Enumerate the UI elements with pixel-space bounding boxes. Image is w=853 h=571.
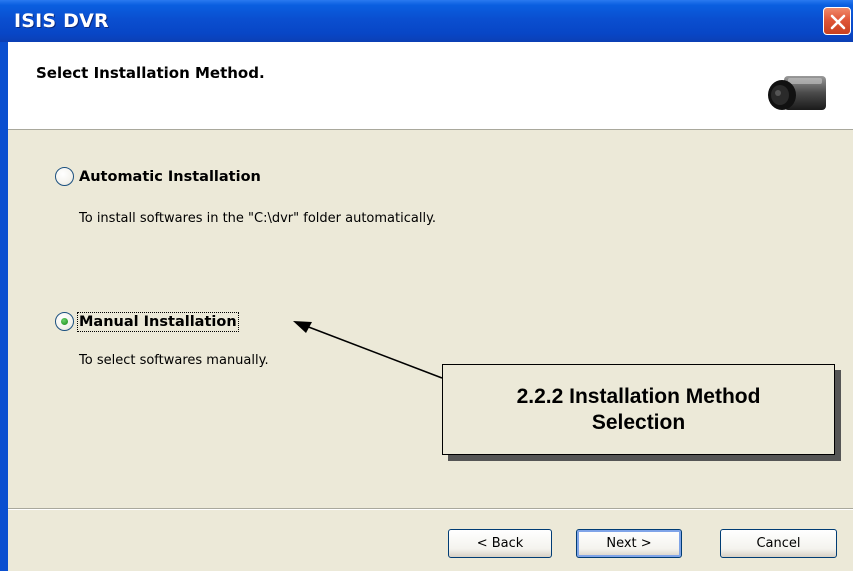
back-button[interactable]: < Back	[448, 529, 552, 558]
window-title: ISIS DVR	[14, 10, 109, 32]
window-border-left	[0, 42, 8, 571]
automatic-description: To install softwares in the "C:\dvr" fol…	[79, 211, 437, 226]
manual-radio[interactable]	[55, 312, 74, 331]
header-title: Select Installation Method.	[36, 64, 265, 82]
option-automatic[interactable]: Automatic Installation	[55, 167, 262, 186]
callout-line-2: Selection	[591, 410, 686, 434]
callout-text: 2.2.2 Installation Method Selection	[517, 384, 761, 436]
title-bar[interactable]: ISIS DVR	[0, 0, 853, 42]
automatic-radio[interactable]	[55, 167, 74, 186]
annotation-callout: 2.2.2 Installation Method Selection	[442, 364, 835, 455]
footer-separator	[8, 508, 853, 510]
installer-window: ISIS DVR Select Installation Method. Aut…	[0, 0, 853, 571]
wizard-header: Select Installation Method.	[8, 42, 853, 130]
option-manual[interactable]: Manual Installation	[55, 311, 239, 332]
close-icon	[830, 14, 846, 30]
manual-label[interactable]: Manual Installation	[77, 311, 239, 332]
automatic-label[interactable]: Automatic Installation	[78, 168, 262, 186]
manual-description: To select softwares manually.	[79, 353, 269, 368]
next-button[interactable]: Next >	[576, 529, 682, 558]
cancel-button[interactable]: Cancel	[720, 529, 837, 558]
close-button[interactable]	[823, 7, 851, 35]
callout-line-1: 2.2.2 Installation Method	[516, 384, 761, 408]
camera-icon	[768, 76, 826, 110]
